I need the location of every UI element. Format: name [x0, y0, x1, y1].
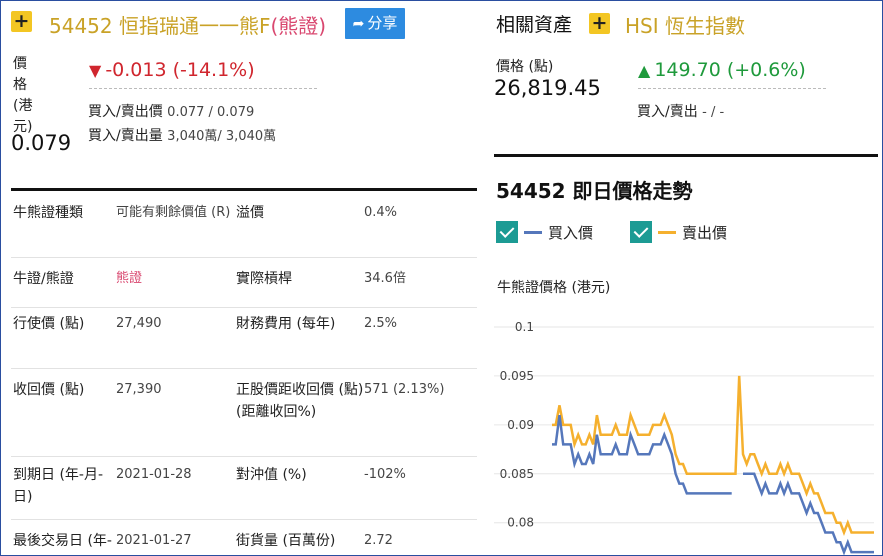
row-label: 行使價 (點)	[13, 316, 85, 332]
add-watchlist-button[interactable]: +	[11, 11, 32, 32]
related-asset-heading: 相關資產	[496, 14, 573, 36]
row-value: -102%	[364, 467, 406, 482]
add-index-watchlist-button[interactable]: +	[589, 13, 610, 34]
row-value: 27,390	[116, 382, 162, 397]
index-change: ▲ 149.70 (+0.6%)	[638, 59, 806, 81]
warrant-code: 54452	[49, 14, 113, 38]
warrant-name: 恒指瑞通一一熊F	[118, 14, 271, 38]
index-change-value: 149.70 (+0.6%)	[654, 59, 806, 81]
table-row: 牛證/熊證 熊證 實際槓桿 34.6倍	[11, 268, 477, 308]
price-label: 價格(港元)	[13, 56, 33, 135]
row-value: 熊證	[116, 271, 143, 286]
bid-ask-volume-label: 買入/賣出量	[88, 128, 163, 144]
warrant-title[interactable]: 54452 恒指瑞通一一熊F(熊證)	[49, 10, 326, 39]
legend-bid-swatch	[524, 230, 542, 234]
row-label: 正股價距收回價 (點) (距離收回%)	[236, 382, 364, 420]
row-label: 最後交易日 (年-月-日)	[13, 533, 112, 549]
row-label: 溢價	[236, 205, 264, 221]
row-label: 財務費用 (每年)	[236, 316, 336, 332]
warrant-type-badge: (熊證)	[270, 14, 327, 38]
row-value: 34.6倍	[364, 271, 406, 286]
row-label: 收回價 (點)	[13, 382, 85, 398]
share-label: 分享	[367, 14, 398, 32]
y-tick-label: 0.08	[507, 516, 534, 530]
triangle-up-icon: ▲	[638, 61, 651, 80]
warrant-pane: + 54452 恒指瑞通一一熊F(熊證) ➦ 分享 價格(港元) 0.079 ▼ -…	[11, 1, 477, 555]
row-value: 可能有剩餘價值 (R)	[116, 205, 231, 220]
row-label: 到期日 (年-月-日)	[13, 467, 104, 505]
price-change-value: -0.013 (-14.1%)	[105, 59, 255, 81]
bid-ask-label: 買入/賣出價	[88, 104, 163, 120]
legend-bid-toggle[interactable]: 買入價	[496, 221, 593, 243]
checkbox-checked-icon[interactable]	[630, 221, 652, 243]
legend-ask-swatch	[658, 230, 676, 234]
share-button[interactable]: ➦ 分享	[345, 8, 405, 39]
quote-panel: + 54452 恒指瑞通一一熊F(熊證) ➦ 分享 價格(港元) 0.079 ▼ -…	[0, 0, 883, 556]
index-price-value: 26,819.45	[494, 76, 601, 100]
section-rule	[494, 154, 878, 157]
row-value: 2021-01-28	[116, 467, 192, 482]
y-tick-label: 0.085	[500, 467, 534, 481]
table-row: 行使價 (點) 27,490 財務費用 (每年) 2.5%	[11, 313, 477, 369]
index-bid-ask-value: - / -	[702, 105, 725, 120]
plus-icon: +	[591, 12, 608, 34]
table-row: 到期日 (年-月-日) 2021-01-28 對沖值 (%) -102%	[11, 464, 477, 520]
index-price-label: 價格 (點)	[496, 59, 554, 75]
y-tick-label: 0.095	[500, 369, 534, 383]
row-label: 實際槓桿	[236, 271, 292, 287]
bid-ask-price: 買入/賣出價 0.077 / 0.079	[88, 101, 254, 121]
y-tick-label: 0.09	[507, 418, 534, 432]
change-divider	[89, 88, 317, 89]
index-change-divider	[638, 88, 826, 89]
row-value: 0.4%	[364, 205, 398, 220]
row-value: 2.72	[364, 533, 393, 548]
index-title-link[interactable]: HSI 恆生指數	[625, 10, 745, 39]
legend-ask-label: 賣出價	[682, 223, 728, 242]
legend-bid-label: 買入價	[548, 223, 594, 242]
row-label: 牛證/熊證	[13, 271, 74, 287]
checkbox-checked-icon[interactable]	[496, 221, 518, 243]
table-row: 收回價 (點) 27,390 正股價距收回價 (點) (距離收回%) 571 (…	[11, 379, 477, 457]
bid-ask-value: 0.077 / 0.079	[167, 105, 255, 120]
intraday-price-chart: 0.08 0.085 0.09 0.095 0.1	[494, 320, 874, 555]
triangle-down-icon: ▼	[89, 61, 102, 80]
price-change: ▼ -0.013 (-14.1%)	[89, 59, 255, 81]
row-label: 街貨量 (百萬份)	[236, 533, 336, 549]
index-bid-ask: 買入/賣出 - / -	[637, 101, 724, 121]
row-value: 2021-01-27	[116, 533, 192, 548]
bid-ask-volume-value: 3,040萬/ 3,040萬	[167, 129, 277, 144]
price-value: 0.079	[11, 131, 72, 155]
section-rule	[11, 188, 477, 191]
table-row: 牛熊證種類 可能有剩餘價值 (R) 溢價 0.4%	[11, 202, 477, 258]
index-bid-ask-label: 買入/賣出	[637, 104, 698, 120]
chart-title: 54452 即日價格走勢	[496, 179, 693, 203]
related-asset-pane: 相關資產 + HSI 恆生指數 價格 (點) 26,819.45 ▲ 149.70…	[494, 1, 882, 555]
row-value: 27,490	[116, 316, 162, 331]
plus-icon: +	[13, 10, 30, 32]
y-tick-label: 0.1	[515, 320, 534, 334]
legend-ask-toggle[interactable]: 賣出價	[630, 221, 727, 243]
row-value: 2.5%	[364, 316, 398, 331]
table-row: 最後交易日 (年-月-日) 2021-01-27 街貨量 (百萬份) 2.72	[11, 530, 477, 555]
row-label: 對沖值 (%)	[236, 467, 307, 483]
row-label: 牛熊證種類	[13, 205, 83, 221]
bid-ask-volume: 買入/賣出量 3,040萬/ 3,040萬	[88, 125, 276, 145]
row-value: 571 (2.13%)	[364, 382, 445, 397]
y-axis-title: 牛熊證價格 (港元)	[497, 280, 611, 296]
share-arrow-icon: ➦	[352, 16, 365, 32]
